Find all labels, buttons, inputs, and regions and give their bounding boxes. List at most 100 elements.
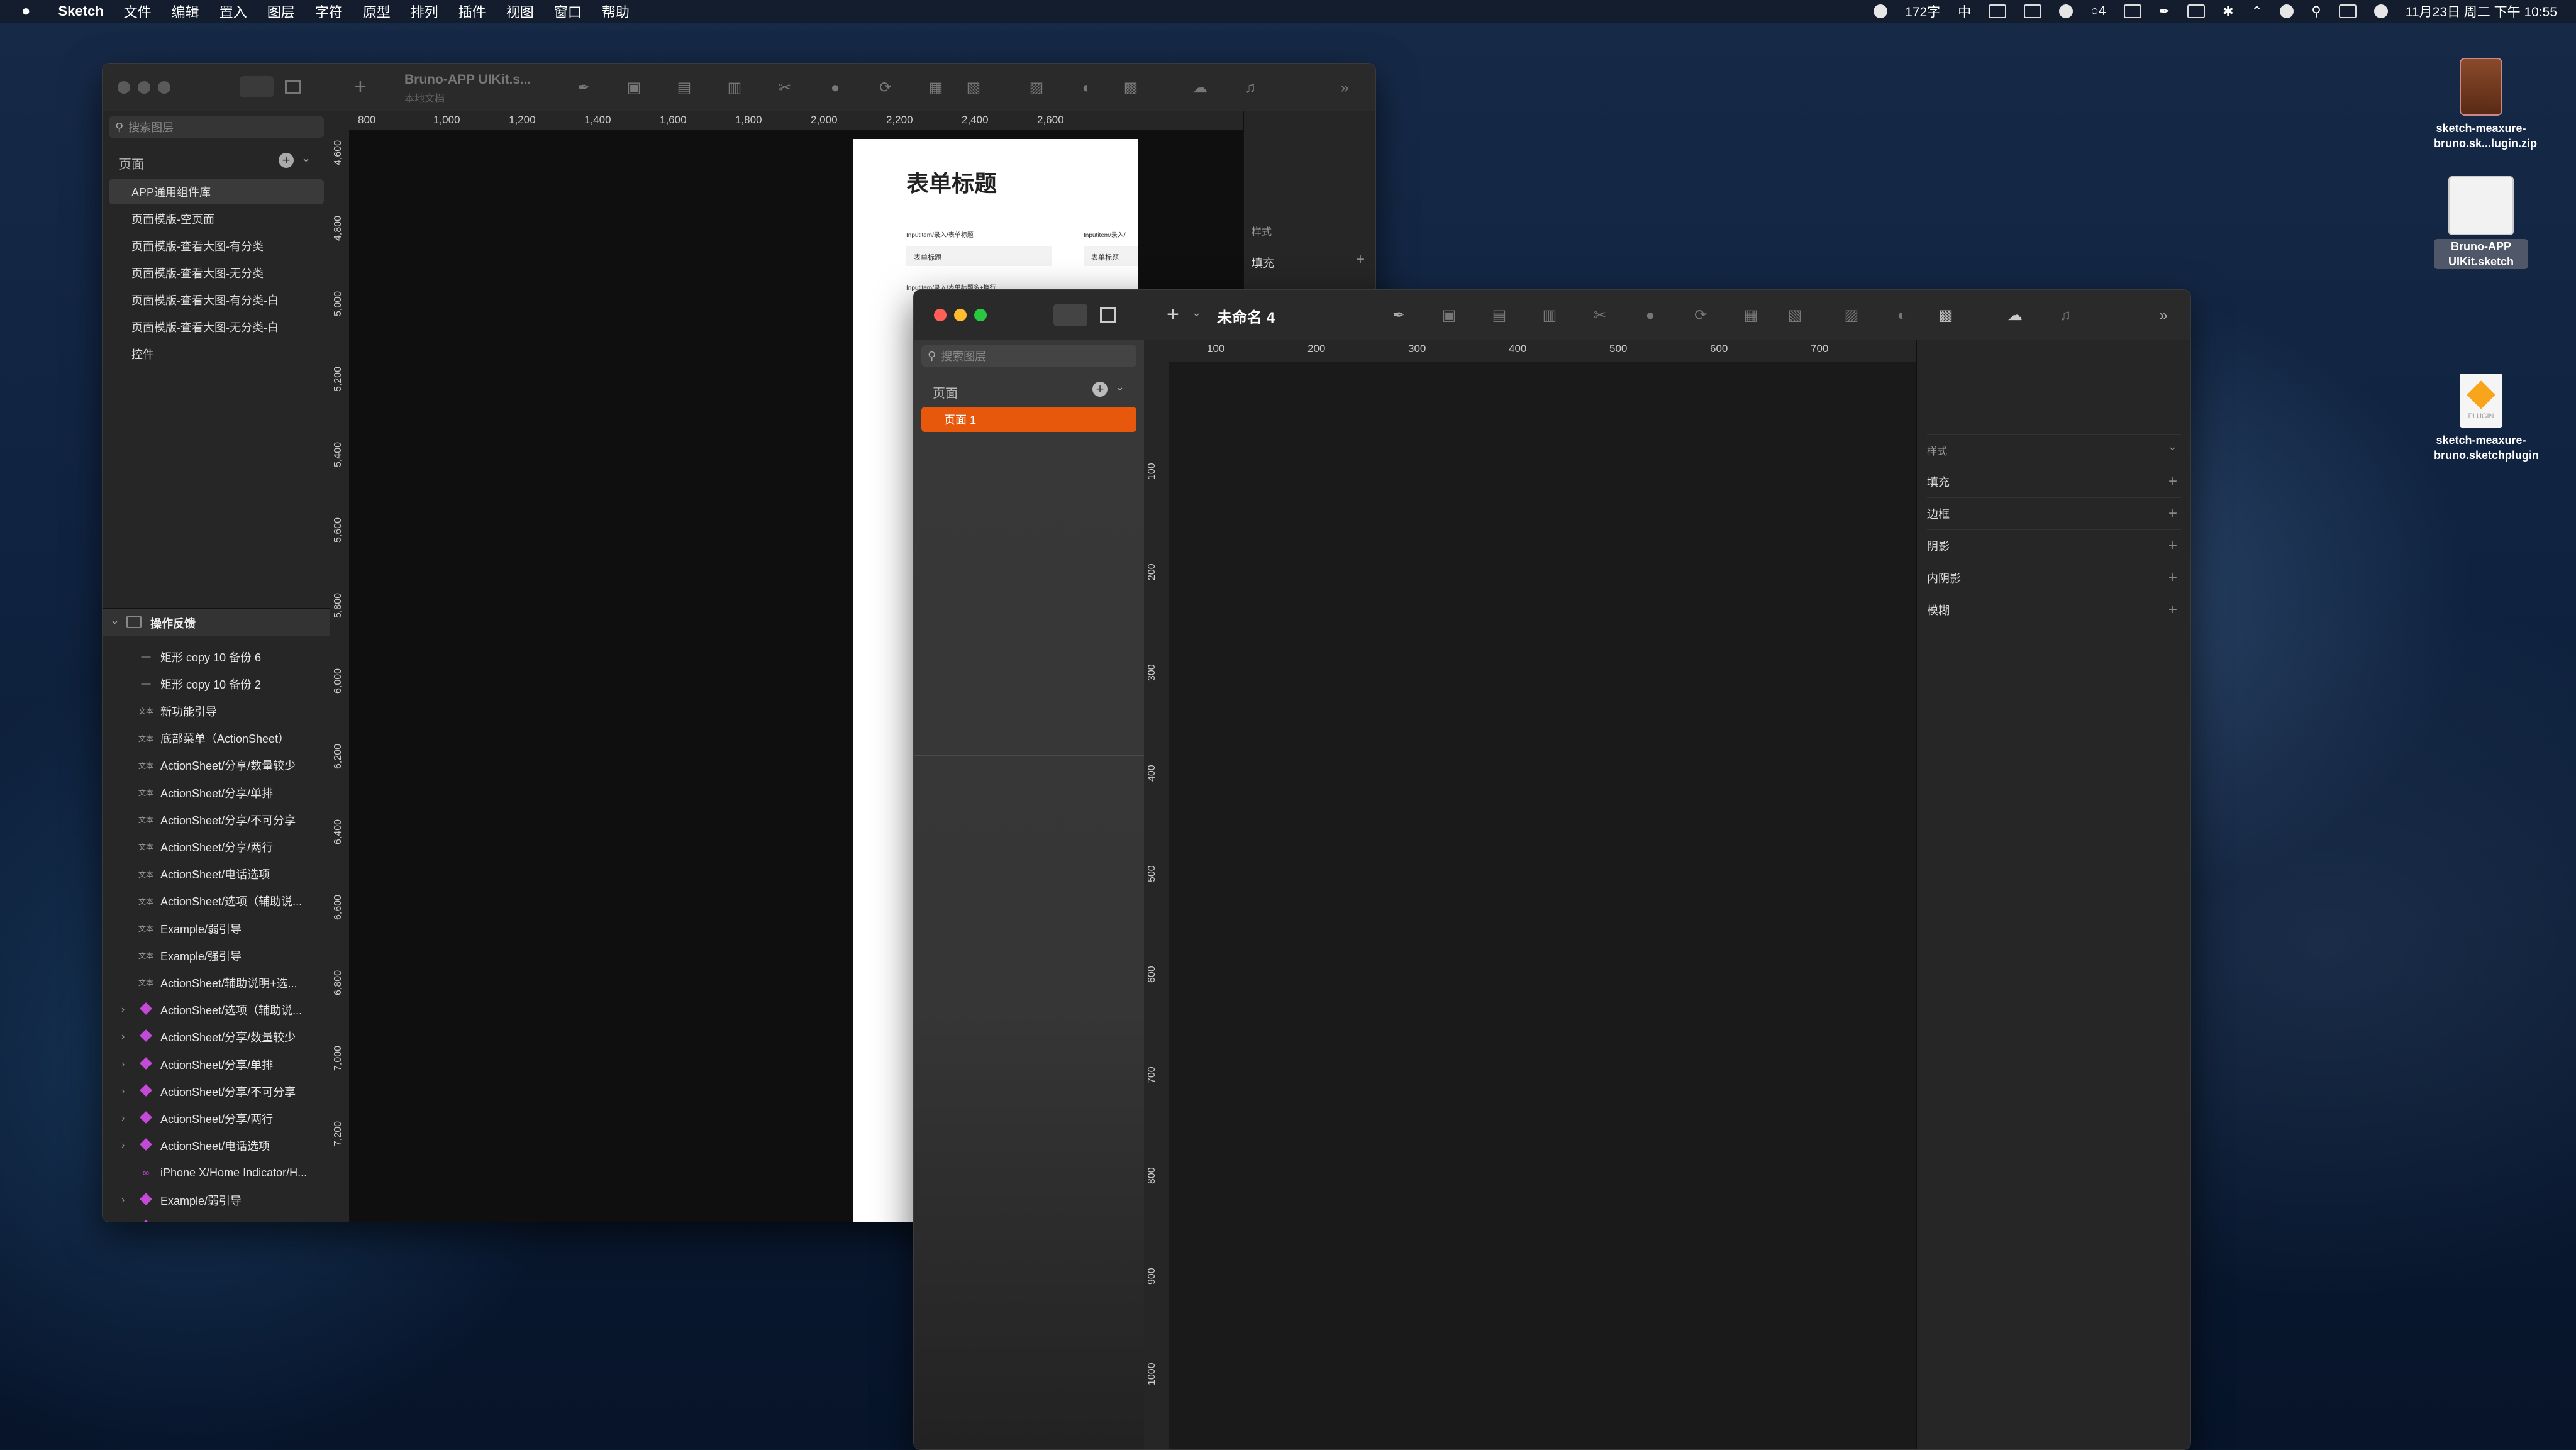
close-button[interactable]	[118, 81, 130, 94]
pen-tool-icon[interactable]: ✒	[1389, 306, 1408, 325]
distribute-tool-icon[interactable]: ▥	[725, 79, 744, 97]
menu-window[interactable]: 窗口	[554, 1, 582, 21]
word-count[interactable]: 172字	[1905, 2, 1940, 21]
layer-row[interactable]: › ActionSheet/分享/不可分享	[103, 1078, 330, 1105]
pen-icon[interactable]: ✒	[2159, 4, 2170, 19]
page-item[interactable]: 页面模版-查看大图-无分类-白	[109, 314, 324, 340]
inspector-inner-shadow[interactable]: 内阴影 +	[1927, 562, 2181, 594]
chevron-right-icon[interactable]: ›	[121, 1113, 125, 1124]
flatten-icon[interactable]: ▧	[1785, 306, 1804, 325]
record-icon[interactable]	[1874, 4, 1888, 18]
align-tool-icon[interactable]: ▤	[1490, 306, 1509, 325]
chevron-down-icon[interactable]: ⌄	[301, 152, 311, 165]
user-icon[interactable]	[2280, 4, 2294, 18]
app-menu[interactable]: Sketch	[58, 3, 104, 19]
page-item[interactable]: APP通用组件库	[109, 179, 324, 204]
zoom-button[interactable]	[158, 81, 170, 94]
export-icon[interactable]: ▩	[1121, 79, 1140, 97]
insert-plus-icon[interactable]: +	[1167, 302, 1179, 327]
siri-icon[interactable]	[2373, 4, 2388, 18]
symbol-tool-icon[interactable]: ▣	[625, 79, 643, 97]
layer-row[interactable]: 文本 ActionSheet/选项（辅助说...	[103, 888, 330, 915]
chevron-right-icon[interactable]: ›	[121, 1140, 125, 1151]
menu-plugins[interactable]: 插件	[458, 1, 486, 21]
components-view-icon[interactable]	[285, 80, 301, 94]
inspector-fill[interactable]: 填充 +	[1927, 466, 2181, 498]
page-item[interactable]: 页面模版-空页面	[109, 206, 324, 231]
menu-arrange[interactable]: 排列	[411, 1, 438, 21]
layer-row[interactable]: › ActionSheet/选项（辅助说...	[103, 997, 330, 1024]
layer-row[interactable]: ∞ iPhone X/Home Indicator/H...	[103, 1159, 330, 1187]
layer-row[interactable]: 文本 ActionSheet/分享/不可分享	[103, 806, 330, 833]
layer-row[interactable]: 文本 ActionSheet/分享/数量较少	[103, 752, 330, 779]
components-view-icon[interactable]	[1100, 307, 1116, 323]
page-item[interactable]: 页面模版-查看大图-无分类	[109, 260, 324, 285]
layer-row[interactable]: 文本 ActionSheet/电话选项	[103, 861, 330, 888]
app-status-icon[interactable]	[2024, 4, 2042, 18]
page-item[interactable]: 页面模版-查看大图-有分类	[109, 233, 324, 258]
layer-row[interactable]: — 矩形 copy 10 备份 6	[103, 643, 330, 670]
chevron-down-icon[interactable]: ⌄	[1192, 306, 1201, 319]
layer-row[interactable]: › ActionSheet/电话选项	[103, 1132, 330, 1159]
shape-icon[interactable]: ◐	[1892, 306, 1911, 325]
mask-icon[interactable]: ▨	[1842, 306, 1861, 325]
bluetooth-icon[interactable]: ✱	[2223, 4, 2234, 19]
inspector-border[interactable]: 边框 +	[1927, 498, 2181, 530]
boolean-union-icon[interactable]: ●	[826, 79, 845, 97]
page-item[interactable]: 控件	[109, 341, 324, 367]
desktop-file-zip[interactable]: sketch-meaxure- bruno.sk...lugin.zip	[2434, 58, 2537, 151]
symbol-tool-icon[interactable]: ▣	[1440, 306, 1458, 325]
layers-view-icon[interactable]	[240, 76, 274, 97]
cloud-share-icon[interactable]: ☁	[1191, 79, 1209, 97]
layer-row[interactable]: 文本 新功能引导	[103, 697, 330, 724]
layer-row[interactable]: — 矩形 copy 10 备份 2	[103, 670, 330, 697]
layer-row[interactable]: 文本 Example/弱引导	[103, 915, 330, 942]
pen-tool-icon[interactable]: ✒	[574, 79, 593, 97]
layer-row[interactable]: › Example/弱引导	[103, 1187, 330, 1214]
chevron-right-icon[interactable]: ›	[121, 1004, 125, 1016]
transform-icon[interactable]: ▦	[926, 79, 945, 97]
layer-row[interactable]: › ActionSheet/分享/单排	[103, 1051, 330, 1078]
zoom-button[interactable]	[974, 309, 987, 321]
cloud-icon[interactable]	[2059, 4, 2074, 18]
menu-file[interactable]: 文件	[124, 1, 152, 21]
scissors-icon[interactable]: ✂	[775, 79, 794, 97]
minimize-button[interactable]	[138, 81, 150, 94]
wifi-icon[interactable]: ⌃	[2251, 4, 2263, 19]
inspector-blur[interactable]: 模糊 +	[1927, 594, 2181, 626]
menu-prototype[interactable]: 原型	[363, 1, 391, 21]
s-app-icon[interactable]	[2187, 4, 2206, 18]
shape-icon[interactable]: ◐	[1077, 79, 1096, 97]
layer-row[interactable]: › ActionSheet/分享/两行	[103, 1105, 330, 1132]
front-canvas[interactable]	[1169, 362, 1916, 1449]
align-tool-icon[interactable]: ▤	[675, 79, 694, 97]
export-icon[interactable]: ▩	[1936, 306, 1955, 325]
menu-insert[interactable]: 置入	[219, 1, 247, 21]
close-button[interactable]	[934, 309, 947, 321]
layer-row[interactable]: 文本 底部菜单（ActionSheet）	[103, 725, 330, 752]
page-item-selected[interactable]: 页面 1	[921, 407, 1136, 432]
add-blur-icon[interactable]: +	[2168, 601, 2177, 619]
menu-view[interactable]: 视图	[506, 1, 534, 21]
menu-extra-icon[interactable]	[2123, 4, 2141, 18]
minimize-button[interactable]	[954, 309, 967, 321]
add-shadow-icon[interactable]: +	[2168, 537, 2177, 555]
rotate-icon[interactable]: ⟳	[876, 79, 895, 97]
distribute-tool-icon[interactable]: ▥	[1540, 306, 1559, 325]
add-page-icon[interactable]: +	[279, 153, 294, 168]
layer-row[interactable]: 文本 Example/强引导	[103, 942, 330, 969]
clock[interactable]: 11月23日 周二 下午 10:55	[2406, 2, 2557, 21]
more-icon[interactable]: »	[2154, 306, 2173, 325]
menu-help[interactable]: 帮助	[602, 1, 630, 21]
transform-icon[interactable]: ▦	[1741, 306, 1760, 325]
bell-icon[interactable]: ♫	[2056, 306, 2075, 325]
layer-group-header[interactable]: ⌄ 操作反馈	[103, 608, 330, 636]
search-input[interactable]: ⚲ 搜索图层	[921, 345, 1136, 367]
layer-row[interactable]: 文本 ActionSheet/辅助说明+选...	[103, 969, 330, 996]
search-input[interactable]: ⚲ 搜索图层	[109, 116, 324, 138]
rotate-icon[interactable]: ⟳	[1691, 306, 1710, 325]
apple-menu-icon[interactable]: ●	[21, 3, 31, 20]
chevron-right-icon[interactable]: ›	[121, 1059, 125, 1070]
inspector-shadow[interactable]: 阴影 +	[1927, 530, 2181, 562]
page-item[interactable]: 页面模版-查看大图-有分类-白	[109, 287, 324, 313]
